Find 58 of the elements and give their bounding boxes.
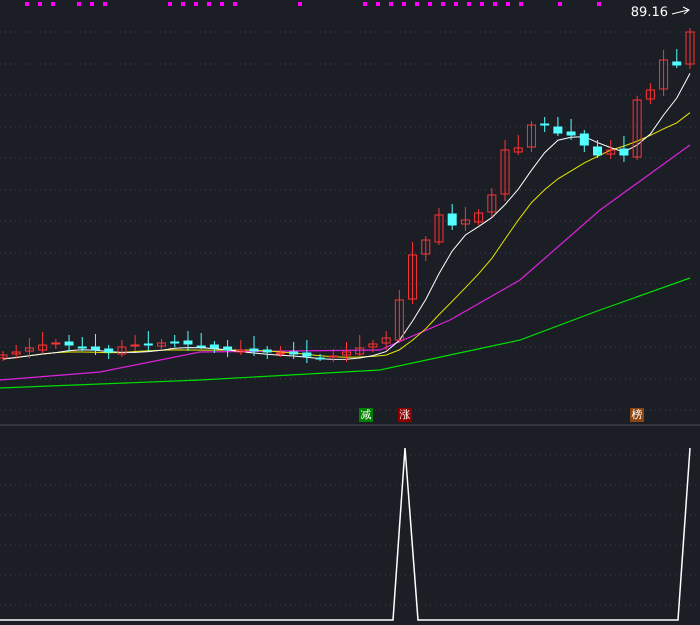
candlestick (632, 96, 642, 160)
candlestick (394, 290, 404, 344)
candlestick (250, 336, 259, 356)
candlestick (514, 134, 523, 156)
signal-label: 减 (359, 408, 373, 422)
candlestick (104, 344, 114, 360)
candlestick (144, 330, 153, 352)
candlestick (474, 208, 484, 226)
candlestick (342, 342, 351, 362)
candlestick (448, 204, 457, 230)
signal-label: 榜 (630, 408, 644, 422)
candlestick (382, 330, 391, 350)
candlestick (434, 208, 444, 246)
candlestick (460, 206, 470, 232)
candlestick (316, 354, 325, 362)
candlestick (117, 340, 126, 358)
candlestick (90, 334, 100, 356)
candlestick (328, 348, 338, 362)
candlestick (51, 338, 60, 350)
candlestick (289, 342, 298, 360)
candlestick (421, 236, 430, 262)
candlestick (0, 350, 8, 362)
candlestick (262, 346, 272, 360)
candlestick (210, 340, 219, 354)
candlestick (500, 140, 510, 202)
candlestick (606, 140, 616, 160)
candlestick (170, 334, 180, 348)
candlestick (12, 344, 21, 360)
candlestick (276, 346, 285, 358)
candlestick (64, 334, 74, 352)
candlestick (236, 340, 246, 356)
candlestick (196, 332, 206, 350)
candlestick (566, 118, 576, 140)
candlestick (659, 50, 668, 96)
candlestick (619, 136, 628, 162)
candlestick (302, 340, 312, 364)
candlestick (355, 334, 364, 358)
candlestick (223, 340, 232, 358)
candlestick (24, 338, 34, 358)
candlestick (130, 334, 140, 352)
candlestick (408, 242, 418, 304)
candlestick (646, 82, 655, 104)
candlestick (38, 332, 48, 354)
candlestick (487, 188, 496, 218)
candlestick (183, 330, 192, 352)
candlestick (672, 48, 682, 68)
candlestick (580, 130, 589, 152)
candlestick (540, 116, 550, 132)
candlestick (368, 340, 378, 352)
arrow-icon (672, 6, 690, 14)
signal-label: 涨 (398, 408, 412, 422)
candlestick (78, 336, 87, 352)
price-label: 89.16 (630, 5, 668, 20)
candlestick (157, 338, 166, 350)
candlestick (553, 116, 562, 136)
candlestick (686, 28, 694, 70)
candlestick (593, 140, 602, 158)
candlestick (526, 120, 536, 152)
